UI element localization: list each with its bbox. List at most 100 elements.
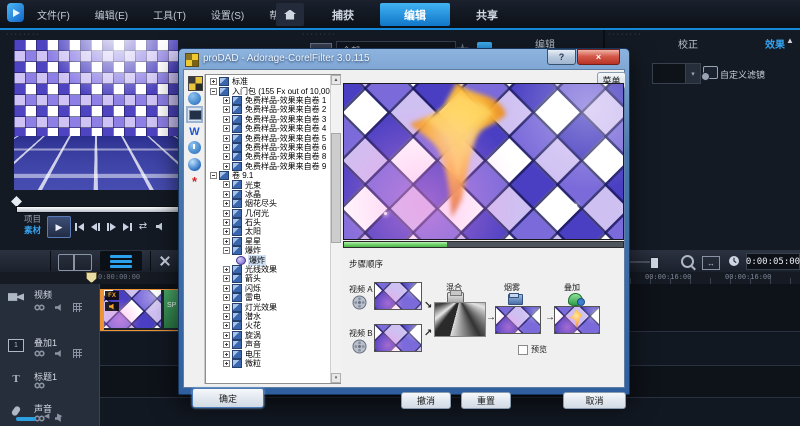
collapse-icon[interactable] [223, 247, 230, 255]
link-icon[interactable] [34, 350, 45, 357]
storyboard-view-button[interactable] [58, 254, 92, 271]
tree-item[interactable]: 光束 [206, 180, 340, 190]
tools-icon[interactable] [158, 255, 172, 268]
expand-icon[interactable] [223, 284, 230, 292]
expand-icon[interactable] [223, 359, 230, 367]
grid-icon[interactable] [73, 349, 82, 358]
scroll-up-icon[interactable]: ▲ [331, 75, 341, 85]
tree-item[interactable]: 微粒 [206, 358, 340, 368]
expand-icon[interactable] [223, 322, 230, 330]
play-button[interactable]: ▶ [47, 216, 71, 238]
preview-checkbox[interactable]: 预览 [518, 344, 547, 355]
timeline-timecode[interactable]: 0:00:05:00 [746, 253, 800, 270]
scrollbar-thumb[interactable] [331, 133, 341, 243]
tab-edit[interactable]: 编辑 [380, 3, 450, 26]
expand-icon[interactable] [223, 350, 230, 358]
home-tab[interactable] [276, 3, 304, 26]
chevron-down-icon[interactable]: ▾ [685, 63, 701, 84]
tree-scrollbar[interactable]: ▲ ▾ [330, 75, 341, 383]
expand-icon[interactable] [223, 331, 230, 339]
overlay-track-header[interactable]: 1 叠加1 [0, 332, 99, 365]
expand-icon[interactable] [223, 275, 230, 283]
expand-icon[interactable] [223, 190, 230, 198]
close-button[interactable]: × [577, 49, 620, 65]
tree-item[interactable]: 烟花尽头 [206, 199, 340, 208]
tree-item[interactable]: 灯光效果 [206, 302, 340, 312]
expand-icon[interactable] [223, 143, 230, 151]
scrubber-track[interactable] [16, 206, 179, 213]
link-icon[interactable] [34, 304, 45, 311]
speaker-icon[interactable] [55, 350, 61, 357]
next-frame-button[interactable] [104, 220, 118, 233]
tree-item[interactable]: 电压 [206, 349, 340, 359]
custom-filter-label[interactable]: 自定义滤镜 [720, 68, 765, 81]
tree-item[interactable]: 闪烁 [206, 283, 340, 293]
expand-icon[interactable] [223, 134, 230, 142]
blend-thumbnail[interactable] [434, 302, 486, 337]
help-button[interactable]: ? [547, 49, 576, 65]
prev-frame-button[interactable] [88, 220, 102, 233]
tree-item[interactable]: 声音 [206, 340, 340, 349]
tab-share[interactable]: 共享 [452, 3, 522, 26]
menu-item[interactable]: 文件(F) [34, 5, 73, 24]
clock-icon[interactable] [728, 254, 740, 272]
panel-grip[interactable]: ········ [6, 31, 41, 38]
tree-item[interactable]: 星星 [206, 236, 340, 246]
tree-item[interactable]: 火花 [206, 321, 340, 330]
effect-preset-dropdown[interactable] [652, 63, 687, 84]
expand-icon[interactable] [223, 341, 230, 349]
expand-icon[interactable] [223, 312, 230, 320]
collapse-icon[interactable] [210, 172, 217, 180]
collapse-icon[interactable] [210, 87, 217, 95]
voice-track-header[interactable]: 声音 [0, 398, 99, 426]
tree-item[interactable]: 箭头 [206, 274, 340, 283]
title-track-header[interactable]: T 标题1 [0, 366, 99, 397]
expand-icon[interactable] [223, 96, 230, 104]
link-icon[interactable] [34, 382, 45, 389]
tree-item[interactable]: 免费样品-效果来自卷 9 [206, 161, 340, 171]
tab-capture[interactable]: 捕获 [308, 3, 378, 26]
tree-item[interactable]: 旋涡 [206, 330, 340, 340]
menu-item[interactable]: 编辑(E) [92, 5, 131, 24]
tree-item[interactable]: 太阳 [206, 227, 340, 236]
expand-icon[interactable] [223, 294, 230, 302]
timeline-view-button[interactable] [100, 251, 142, 271]
menu-item[interactable]: 设置(S) [208, 5, 247, 24]
checkbox-box[interactable] [518, 344, 528, 355]
zoom-slider-handle[interactable] [650, 257, 659, 269]
video-track-header[interactable]: 视频 [0, 284, 99, 331]
undo-button[interactable]: 撤消 [401, 392, 451, 409]
horizontal-scrollbar[interactable] [16, 417, 36, 421]
expand-icon[interactable] [223, 153, 230, 161]
video-a-thumbnail[interactable] [374, 282, 422, 310]
scroll-left-icon[interactable]: ◀ [44, 412, 49, 420]
monitor-icon[interactable] [186, 106, 203, 123]
expand-icon[interactable] [223, 181, 230, 189]
tree-item[interactable]: 潜水 [206, 311, 340, 321]
panel-tab-correct[interactable]: 校正 [663, 36, 713, 51]
clip-mode-toggle[interactable]: 素材 [24, 224, 41, 236]
collapse-panel-icon[interactable]: ▲ [786, 36, 794, 45]
speaker-icon[interactable] [55, 304, 61, 311]
scroll-right-icon[interactable]: ▶ [57, 412, 62, 420]
expand-icon[interactable] [223, 125, 230, 133]
zoom-in-icon[interactable] [681, 255, 696, 271]
tree-item[interactable]: 石头 [206, 218, 340, 227]
repeat-button[interactable]: ⇄ [136, 220, 150, 233]
panel-grip[interactable]: ········ [302, 31, 337, 38]
go-end-button[interactable] [120, 220, 134, 233]
w-icon[interactable]: W [188, 125, 201, 138]
smoke-thumbnail[interactable] [495, 306, 541, 334]
expand-icon[interactable] [210, 78, 217, 86]
expand-icon[interactable] [223, 115, 230, 123]
go-start-button[interactable] [72, 220, 86, 233]
fit-project-icon[interactable]: ↔ [702, 256, 720, 270]
history-icon[interactable] [188, 141, 201, 154]
tree-item[interactable]: 光线效果 [206, 265, 340, 274]
tree-item[interactable]: 卷 9.1 [206, 171, 340, 180]
expand-icon[interactable] [223, 209, 230, 217]
expand-icon[interactable] [223, 237, 230, 245]
overlay-thumbnail[interactable] [554, 306, 600, 334]
tree-item[interactable]: 几何光 [206, 208, 340, 218]
favorites-icon[interactable]: * [188, 175, 201, 188]
